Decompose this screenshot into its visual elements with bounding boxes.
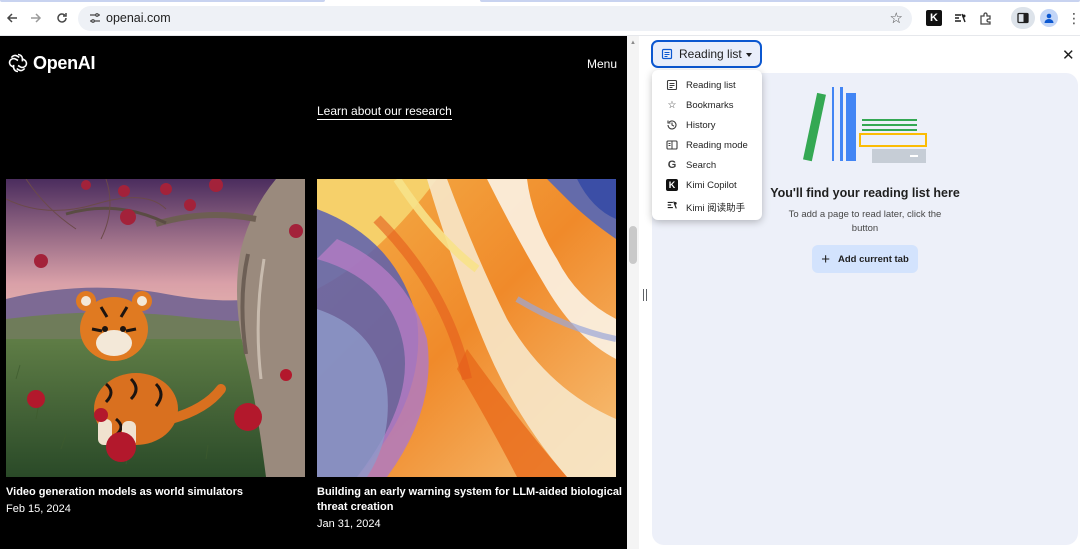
url-text[interactable]: openai.com (106, 11, 171, 25)
empty-state-subtitle: To add a page to read later, click the b… (788, 209, 942, 234)
side-panel-close-button[interactable]: ✕ (1062, 46, 1075, 64)
arrow-left-icon (6, 13, 17, 23)
kimi-copilot-extension[interactable]: K (926, 10, 942, 26)
reload-button[interactable] (52, 8, 72, 28)
openai-logo-link[interactable]: OpenAI (7, 52, 96, 74)
side-panel-resize-handle[interactable] (643, 289, 647, 301)
reading-list-icon (666, 79, 678, 91)
tab-strip-edge (0, 0, 325, 2)
card-image-abstract[interactable] (317, 179, 616, 477)
add-current-tab-button[interactable]: + Add current tab (812, 245, 918, 273)
forward-button[interactable] (26, 8, 46, 28)
menu-item-bookmarks[interactable]: ☆ Bookmarks (652, 95, 762, 115)
abstract-painting (317, 179, 616, 477)
card-date: Jan 31, 2024 (317, 518, 381, 530)
card-title[interactable]: Building an early warning system for LLM… (317, 485, 622, 515)
scrollbar-thumb[interactable] (629, 226, 637, 264)
menu-item-label: Kimi Copilot (686, 180, 737, 191)
menu-item-label: History (686, 120, 716, 131)
kimi-k-icon: K (666, 179, 678, 191)
bookmark-star-button[interactable]: ☆ (890, 9, 903, 27)
reload-icon (57, 13, 67, 23)
card-date: Feb 15, 2024 (6, 503, 71, 515)
menu-item-label: Kimi 阅读助手 (686, 203, 746, 214)
side-panel-toggle[interactable] (1011, 7, 1035, 29)
page-scrollbar[interactable] (627, 36, 639, 549)
profile-icon (1044, 13, 1054, 23)
menu-item-reading-list[interactable]: Reading list (652, 75, 762, 95)
card-image-tiger[interactable] (6, 179, 305, 477)
menu-item-history[interactable]: History (652, 115, 762, 135)
logo-text: OpenAI (33, 52, 96, 73)
kebab-icon: ⋮ (1067, 10, 1080, 26)
card-title[interactable]: Video generation models as world simulat… (6, 485, 306, 500)
reading-list-icon (661, 48, 673, 60)
menu-item-kimi-copilot[interactable]: K Kimi Copilot (652, 175, 762, 195)
menu-item-label: Reading list (686, 80, 736, 91)
history-icon (667, 120, 677, 130)
scroll-up-arrow[interactable]: ▲ (630, 40, 636, 46)
menu-item-label: Search (686, 160, 717, 171)
bookmarks-icon: ☆ (667, 99, 677, 111)
menu-item-label: Reading mode (686, 140, 748, 151)
kimi-reading-icon (667, 201, 677, 209)
menu-item-search[interactable]: G Search (652, 155, 762, 175)
kimi-k-icon: K (930, 12, 938, 24)
kimi-reading-icon (955, 13, 966, 23)
browser-menu-button[interactable]: ⋮ (1067, 9, 1080, 27)
reading-mode-icon (666, 140, 678, 150)
menu-item-label: Bookmarks (686, 100, 734, 111)
address-bar[interactable]: openai.com ☆ (78, 6, 912, 31)
side-panel-selector-label: Reading list (679, 47, 742, 61)
menu-item-kimi-reading[interactable]: Kimi 阅读助手 (652, 195, 762, 215)
close-icon: ✕ (1062, 47, 1075, 64)
tune-icon (90, 13, 100, 23)
puzzle-icon (980, 12, 991, 25)
arrow-right-icon (31, 13, 42, 23)
tab-strip-edge (480, 0, 1080, 2)
side-panel-icon (1017, 12, 1029, 24)
site-menu-button[interactable]: Menu (587, 57, 617, 71)
caret-down-icon (746, 53, 752, 57)
menu-item-reading-mode[interactable]: Reading mode (652, 135, 762, 155)
browser-toolbar: openai.com ☆ K ⋮ (0, 0, 1080, 36)
google-g-icon: G (667, 159, 677, 171)
side-panel-selector[interactable]: Reading list (651, 40, 762, 68)
openai-logo-icon (8, 53, 28, 73)
profile-button[interactable] (1040, 9, 1058, 27)
books-illustration (803, 87, 927, 163)
site-info-button[interactable] (88, 11, 102, 25)
side-panel-menu: Reading list ☆ Bookmarks History Reading… (652, 70, 762, 220)
learn-research-link[interactable]: Learn about our research (317, 104, 452, 120)
add-current-tab-label: Add current tab (838, 253, 909, 265)
back-button[interactable] (2, 8, 22, 28)
star-icon: ☆ (889, 10, 903, 27)
kimi-reading-extension[interactable] (952, 10, 968, 26)
plus-icon: + (821, 250, 831, 268)
tiger-painting (6, 179, 305, 477)
extensions-button[interactable] (978, 10, 994, 26)
web-page: OpenAI Menu Learn about our research Vid… (0, 36, 627, 549)
